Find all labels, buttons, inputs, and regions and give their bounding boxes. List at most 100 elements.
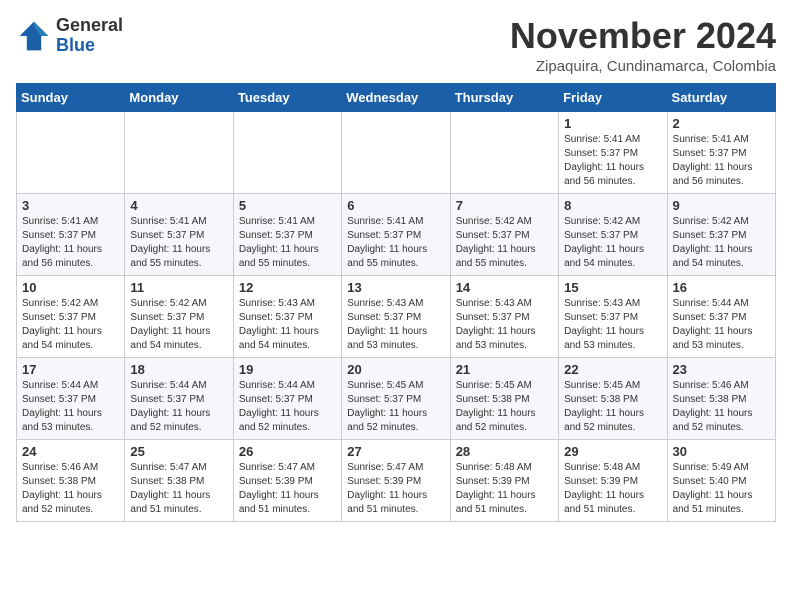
calendar-week-row: 10 Sunrise: 5:42 AM Sunset: 5:37 PM Dayli… (17, 275, 776, 357)
weekday-header-saturday: Saturday (667, 83, 775, 111)
weekday-header-monday: Monday (125, 83, 233, 111)
day-number: 25 (130, 444, 227, 459)
calendar-cell: 5Sunrise: 5:41 AM Sunset: 5:37 PM Daylig… (233, 193, 341, 275)
logo-blue-text: Blue (56, 35, 95, 55)
calendar-cell (125, 111, 233, 193)
day-number: 26 (239, 444, 336, 459)
weekday-header-sunday: Sunday (17, 83, 125, 111)
day-info: Sunrise: 5:42 AM Sunset: 5:37 PM Dayligh… (130, 297, 227, 353)
day-info: Sunrise: 5:42 AM Sunset: 5:37 PM Dayligh… (564, 215, 661, 271)
calendar-cell: 29 Sunrise: 5:48 AM Sunset: 5:39 PM Dayli… (559, 439, 667, 521)
calendar-week-row: 17 Sunrise: 5:44 AM Sunset: 5:37 PM Dayli… (17, 357, 776, 439)
logo-general-text: General (56, 15, 123, 35)
day-number: 20 (347, 362, 444, 377)
day-info: Sunrise: 5:44 AM Sunset: 5:37 PM Dayligh… (22, 379, 119, 435)
calendar-cell: 22 Sunrise: 5:45 AM Sunset: 5:38 PM Dayli… (559, 357, 667, 439)
day-number: 2 (673, 116, 770, 131)
day-info: Sunrise: 5:46 AM Sunset: 5:38 PM Dayligh… (673, 379, 770, 435)
day-info: Sunrise: 5:45 AM Sunset: 5:37 PM Dayligh… (347, 379, 444, 435)
day-number: 28 (456, 444, 553, 459)
day-number: 3 (22, 198, 119, 213)
day-number: 17 (22, 362, 119, 377)
logo-icon (16, 18, 52, 54)
day-info: Sunrise: 5:43 AM Sunset: 5:37 PM Dayligh… (347, 297, 444, 353)
day-number: 15 (564, 280, 661, 295)
day-number: 8 (564, 198, 661, 213)
location-subtitle: Zipaquira, Cundinamarca, Colombia (510, 58, 776, 75)
day-info: Sunrise: 5:47 AM Sunset: 5:39 PM Dayligh… (239, 461, 336, 517)
day-info: Sunrise: 5:43 AM Sunset: 5:37 PM Dayligh… (456, 297, 553, 353)
day-number: 13 (347, 280, 444, 295)
day-number: 16 (673, 280, 770, 295)
day-number: 18 (130, 362, 227, 377)
day-number: 27 (347, 444, 444, 459)
calendar-cell: 12 Sunrise: 5:43 AM Sunset: 5:37 PM Dayli… (233, 275, 341, 357)
weekday-header-wednesday: Wednesday (342, 83, 450, 111)
day-number: 10 (22, 280, 119, 295)
day-number: 19 (239, 362, 336, 377)
calendar-cell: 3Sunrise: 5:41 AM Sunset: 5:37 PM Daylig… (17, 193, 125, 275)
calendar-cell: 26 Sunrise: 5:47 AM Sunset: 5:39 PM Dayli… (233, 439, 341, 521)
day-info: Sunrise: 5:43 AM Sunset: 5:37 PM Dayligh… (564, 297, 661, 353)
day-info: Sunrise: 5:48 AM Sunset: 5:39 PM Dayligh… (564, 461, 661, 517)
calendar-week-row: 3 Sunrise: 5:41 AM Sunset: 5:37 PM Daylig… (17, 193, 776, 275)
day-number: 1 (564, 116, 661, 131)
day-number: 24 (22, 444, 119, 459)
day-number: 11 (130, 280, 227, 295)
day-info: Sunrise: 5:46 AM Sunset: 5:38 PM Dayligh… (22, 461, 119, 517)
calendar-cell: 19 Sunrise: 5:44 AM Sunset: 5:37 PM Dayli… (233, 357, 341, 439)
calendar-cell: 15 Sunrise: 5:43 AM Sunset: 5:37 PM Dayli… (559, 275, 667, 357)
day-info: Sunrise: 5:42 AM Sunset: 5:37 PM Dayligh… (22, 297, 119, 353)
day-info: Sunrise: 5:44 AM Sunset: 5:37 PM Dayligh… (239, 379, 336, 435)
day-info: Sunrise: 5:42 AM Sunset: 5:37 PM Dayligh… (673, 215, 770, 271)
calendar-cell: 27 Sunrise: 5:47 AM Sunset: 5:39 PM Dayli… (342, 439, 450, 521)
day-info: Sunrise: 5:47 AM Sunset: 5:39 PM Dayligh… (347, 461, 444, 517)
weekday-header-friday: Friday (559, 83, 667, 111)
day-info: Sunrise: 5:42 AM Sunset: 5:37 PM Dayligh… (456, 215, 553, 271)
calendar-cell: 6Sunrise: 5:41 AM Sunset: 5:37 PM Daylig… (342, 193, 450, 275)
day-number: 7 (456, 198, 553, 213)
calendar-cell: 18Sunrise: 5:44 AM Sunset: 5:37 PM Dayli… (125, 357, 233, 439)
day-number: 29 (564, 444, 661, 459)
calendar-cell (17, 111, 125, 193)
calendar-cell: 28 Sunrise: 5:48 AM Sunset: 5:39 PM Dayli… (450, 439, 558, 521)
day-info: Sunrise: 5:44 AM Sunset: 5:37 PM Dayligh… (673, 297, 770, 353)
weekday-header-tuesday: Tuesday (233, 83, 341, 111)
calendar-cell: 1 Sunrise: 5:41 AM Sunset: 5:37 PM Daylig… (559, 111, 667, 193)
day-number: 23 (673, 362, 770, 377)
day-info: Sunrise: 5:47 AM Sunset: 5:38 PM Dayligh… (130, 461, 227, 517)
calendar-cell: 10 Sunrise: 5:42 AM Sunset: 5:37 PM Dayli… (17, 275, 125, 357)
calendar-cell: 21Sunrise: 5:45 AM Sunset: 5:38 PM Dayli… (450, 357, 558, 439)
day-info: Sunrise: 5:45 AM Sunset: 5:38 PM Dayligh… (564, 379, 661, 435)
calendar-table: SundayMondayTuesdayWednesdayThursdayFrid… (16, 83, 776, 522)
day-number: 14 (456, 280, 553, 295)
calendar-cell: 2Sunrise: 5:41 AM Sunset: 5:37 PM Daylig… (667, 111, 775, 193)
calendar-cell (450, 111, 558, 193)
calendar-cell: 17 Sunrise: 5:44 AM Sunset: 5:37 PM Dayli… (17, 357, 125, 439)
calendar-week-row: 1 Sunrise: 5:41 AM Sunset: 5:37 PM Daylig… (17, 111, 776, 193)
calendar-cell: 24 Sunrise: 5:46 AM Sunset: 5:38 PM Dayli… (17, 439, 125, 521)
calendar-cell: 23 Sunrise: 5:46 AM Sunset: 5:38 PM Dayli… (667, 357, 775, 439)
day-number: 30 (673, 444, 770, 459)
weekday-header-row: SundayMondayTuesdayWednesdayThursdayFrid… (17, 83, 776, 111)
calendar-cell: 30Sunrise: 5:49 AM Sunset: 5:40 PM Dayli… (667, 439, 775, 521)
day-number: 12 (239, 280, 336, 295)
calendar-cell: 8 Sunrise: 5:42 AM Sunset: 5:37 PM Daylig… (559, 193, 667, 275)
calendar-cell: 25 Sunrise: 5:47 AM Sunset: 5:38 PM Dayli… (125, 439, 233, 521)
calendar-cell: 16 Sunrise: 5:44 AM Sunset: 5:37 PM Dayli… (667, 275, 775, 357)
day-number: 22 (564, 362, 661, 377)
calendar-week-row: 24 Sunrise: 5:46 AM Sunset: 5:38 PM Dayli… (17, 439, 776, 521)
calendar-cell (233, 111, 341, 193)
day-info: Sunrise: 5:48 AM Sunset: 5:39 PM Dayligh… (456, 461, 553, 517)
day-number: 6 (347, 198, 444, 213)
calendar-cell: 14 Sunrise: 5:43 AM Sunset: 5:37 PM Dayli… (450, 275, 558, 357)
month-title: November 2024 (510, 16, 776, 56)
logo: General Blue (16, 16, 123, 56)
day-number: 9 (673, 198, 770, 213)
calendar-cell: 13 Sunrise: 5:43 AM Sunset: 5:37 PM Dayli… (342, 275, 450, 357)
day-info: Sunrise: 5:43 AM Sunset: 5:37 PM Dayligh… (239, 297, 336, 353)
day-number: 4 (130, 198, 227, 213)
calendar-cell: 11 Sunrise: 5:42 AM Sunset: 5:37 PM Dayli… (125, 275, 233, 357)
day-info: Sunrise: 5:41 AM Sunset: 5:37 PM Dayligh… (564, 133, 661, 189)
day-info: Sunrise: 5:41 AM Sunset: 5:37 PM Dayligh… (239, 215, 336, 271)
